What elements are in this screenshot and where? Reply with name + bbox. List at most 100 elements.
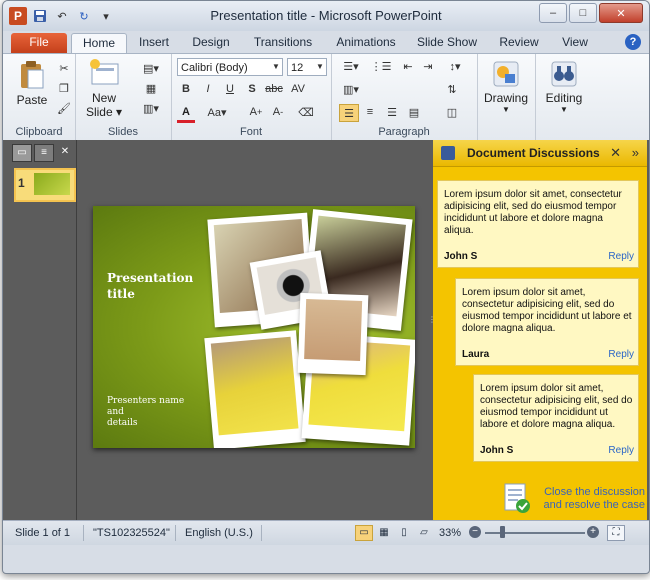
photo-frame-3 [204,330,306,448]
layout-icon[interactable]: ▤▾ [139,60,163,76]
slide-count: Slide 1 of 1 [15,527,71,539]
align-left-icon[interactable]: ☰ [339,104,359,122]
maximize-button[interactable]: □ [569,3,597,23]
slide-sorter-icon[interactable]: ▦ [375,525,393,541]
reply-link[interactable]: Reply [608,445,634,457]
collapse-pane-icon[interactable]: » [632,145,639,160]
fit-to-window-icon[interactable]: ⛶ [607,525,625,541]
comment-text: Lorem ipsum dolor sit amet, consectetur … [462,287,632,334]
comment-author: Laura [462,349,490,360]
align-right-icon[interactable]: ☰ [383,104,401,120]
paste-button[interactable]: Paste [11,60,53,107]
align-center-icon[interactable]: ≡ [361,104,379,120]
tab-view[interactable]: View [555,33,595,53]
reply-link[interactable]: Reply [608,349,634,361]
shrink-font-icon[interactable]: A- [269,104,287,120]
shadow-icon[interactable]: S [243,81,261,97]
status-bar: Slide 1 of 1 "TS102325524" English (U.S.… [3,520,649,545]
grow-font-icon[interactable]: A + [247,104,265,120]
bold-icon[interactable]: B [177,81,195,97]
group-drawing: Drawing ▼ [477,54,536,140]
outline-tab[interactable]: ≡ [34,144,54,162]
tab-design[interactable]: Design [185,33,237,53]
paste-label: Paste [16,93,48,107]
slide-canvas[interactable]: Presentation title Presenters name and det… [93,206,415,448]
reading-view-icon[interactable]: ▯ [395,525,413,541]
slide-thumbnail[interactable]: 1 [14,168,76,202]
zoom-level[interactable]: 33% [439,527,461,539]
zoom-slider-thumb[interactable] [500,526,505,538]
reset-icon[interactable]: ▦ [139,80,163,96]
language[interactable]: English (U.S.) [185,527,253,539]
editing-dropdown-icon: ▼ [560,105,568,114]
change-case-icon[interactable]: Aa▾ [205,104,229,120]
zoom-in-icon[interactable]: + [587,526,599,538]
normal-view-icon[interactable]: ▭ [355,525,373,541]
copy-icon[interactable]: ❐ [55,80,73,96]
char-spacing-icon[interactable]: AV [289,81,307,97]
font-color-icon[interactable]: A [177,104,195,123]
clear-formatting-icon[interactable]: ⌫ [297,104,315,120]
format-painter-icon[interactable]: 🖌 [55,100,73,116]
columns-icon[interactable]: ▥▾ [339,81,363,97]
smartart-icon[interactable]: ◫ [443,104,461,120]
cut-icon[interactable]: ✂ [55,60,73,76]
reply-link[interactable]: Reply [608,251,634,263]
strikethrough-icon[interactable]: abc [265,81,283,97]
slide-subtitle[interactable]: Presenters name and details [107,396,197,429]
italic-icon[interactable]: I [199,81,217,97]
drawing-dropdown-icon: ▼ [502,105,510,114]
drawing-button[interactable]: Drawing ▼ [481,60,531,114]
text-direction-icon[interactable]: ⇅ [443,81,461,97]
status-separator [83,525,84,541]
paragraph-group-label: Paragraph [378,126,430,138]
window-controls: – □ ✕ [539,3,643,23]
close-pane-icon[interactable]: ✕ [56,144,74,160]
zoom-out-icon[interactable]: − [469,526,481,538]
pane-splitter[interactable]: ⋮ [428,315,436,325]
slide-title[interactable]: Presentation title [107,270,197,302]
section-icon[interactable]: ▥▾ [139,100,163,116]
help-icon[interactable]: ? [625,34,641,50]
tab-transitions[interactable]: Transitions [247,33,319,53]
font-name-value: Calibri (Body) [181,62,248,74]
line-spacing-icon[interactable]: ↕▾ [443,58,467,74]
font-group-label: Font [239,126,262,138]
new-slide-label-1: New [91,91,116,105]
underline-icon[interactable]: U [221,81,239,97]
workspace: ▭ ≡ ✕ 1 ⋮ Presentation title Presenters n… [3,140,649,520]
new-slide-button[interactable]: New Slide ▾ [81,58,127,119]
drawing-label: Drawing [483,91,528,105]
group-slides: New Slide ▾ ▤▾ ▦ ▥▾ Slides [75,54,172,140]
minimize-button[interactable]: – [539,3,567,23]
slides-tab[interactable]: ▭ [12,144,32,162]
bullets-icon[interactable]: ☰▾ [339,58,363,74]
tab-file[interactable]: File [11,33,67,53]
binoculars-icon [551,61,577,87]
tab-review[interactable]: Review [493,33,545,53]
justify-icon[interactable]: ▤ [405,104,423,120]
close-button[interactable]: ✕ [599,3,643,23]
numbering-icon[interactable]: ⋮☰ [369,58,393,74]
tab-animations[interactable]: Animations [331,33,401,53]
resolve-case-link[interactable]: Close the discussion and resolve the cas… [535,486,645,512]
slide-show-icon[interactable]: ▱ [415,525,433,541]
decrease-indent-icon[interactable]: ⇤ [399,58,417,74]
title-bar: P ↶ ↻ ▾ Presentation title - Microsoft P… [3,1,649,31]
font-name-select[interactable]: Calibri (Body) ▼ [177,58,283,76]
font-size-select[interactable]: 12 ▼ [287,58,327,76]
discussion-icon [441,146,455,160]
tab-slide-show[interactable]: Slide Show [413,33,481,53]
theme-name[interactable]: "TS102325524" [93,527,170,539]
resolve-line-2: and resolve the case [543,499,645,511]
increase-indent-icon[interactable]: ⇥ [419,58,437,74]
close-discussion-icon[interactable]: ✕ [610,145,621,161]
clipboard-group-label: Clipboard [15,126,63,138]
tab-insert[interactable]: Insert [131,33,177,53]
editing-button[interactable]: Editing ▼ [539,60,589,114]
powerpoint-window: P ↶ ↻ ▾ Presentation title - Microsoft P… [2,0,650,574]
resolve-case-icon[interactable] [503,482,531,517]
tab-home[interactable]: Home [71,33,127,54]
document-discussions-pane: Document Discussions ✕ » Lorem ipsum dol… [433,140,647,520]
slide-title-line-2: title [107,287,135,301]
